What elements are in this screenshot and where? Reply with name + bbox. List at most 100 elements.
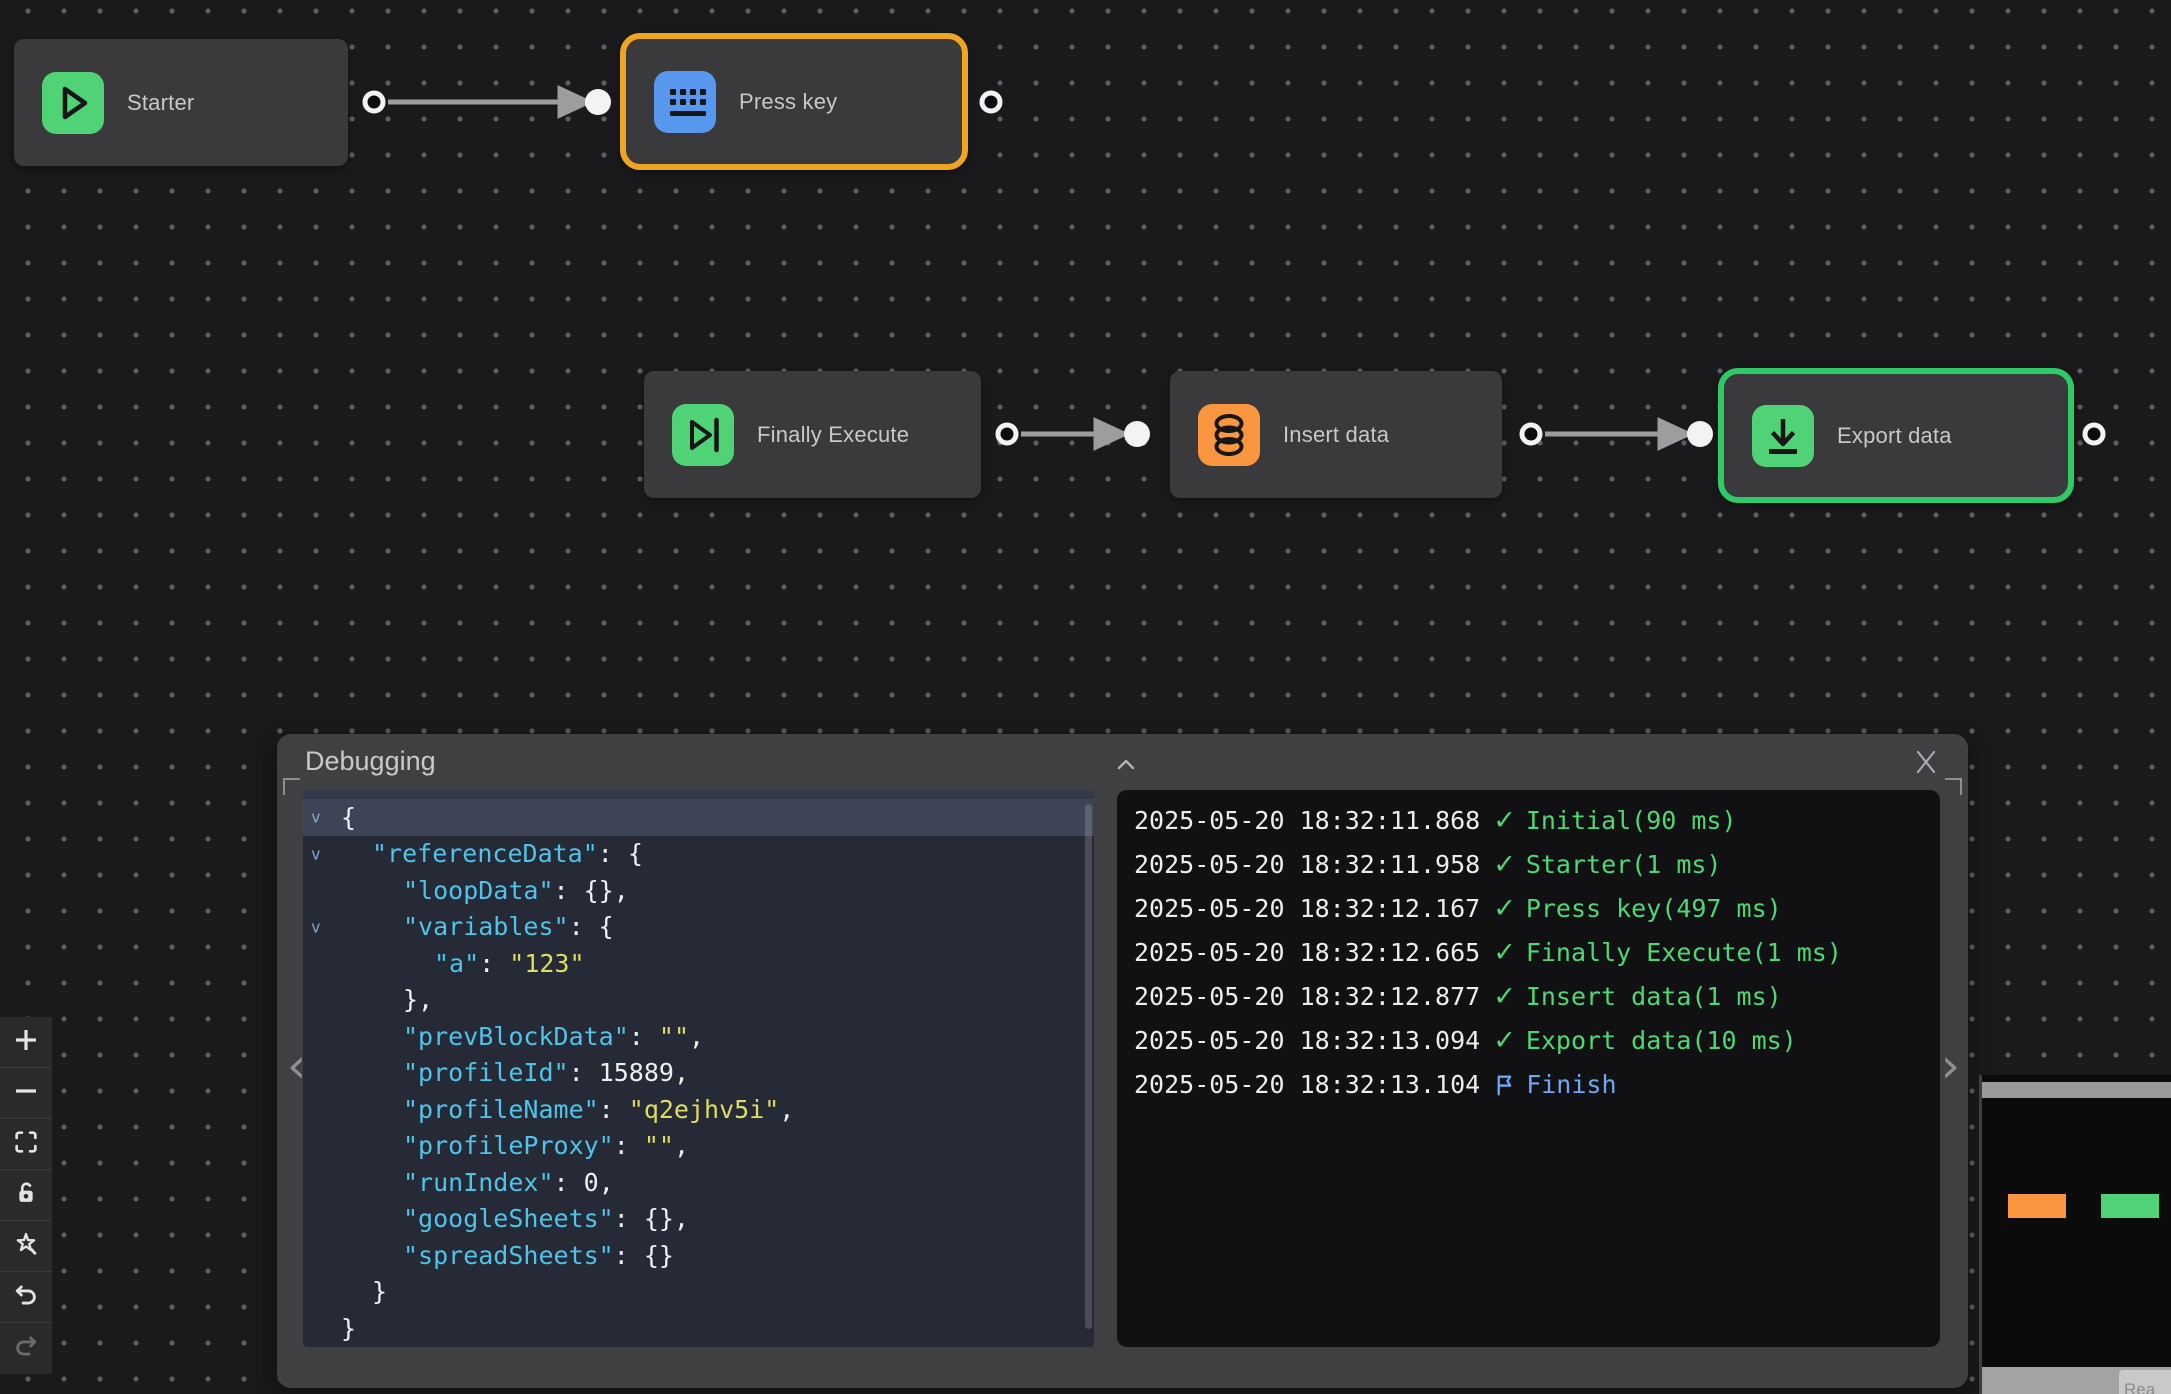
fit-view-button[interactable]: [0, 1119, 52, 1170]
json-line: "spreadSheets": {}: [303, 1237, 1094, 1274]
log-timestamp: 2025-05-20 18:32:12.167: [1134, 894, 1480, 923]
log-timestamp: 2025-05-20 18:32:13.094: [1134, 1026, 1480, 1055]
prev-record-button[interactable]: ‹: [287, 1042, 306, 1090]
clipped-tooltip: Rea: [2119, 1370, 2171, 1394]
minimap-node-block: [2008, 1194, 2066, 1218]
minimap-panel-bar: [1982, 1082, 2171, 1098]
json-token: ,: [674, 1058, 689, 1087]
node-label: Press key: [739, 89, 837, 115]
unlock-icon: [12, 1179, 40, 1212]
json-token: {: [341, 803, 356, 832]
node-press-key[interactable]: Press key: [620, 33, 968, 170]
json-token: "googleSheets": [403, 1204, 614, 1233]
input-port[interactable]: [1124, 421, 1150, 447]
debug-json-viewer[interactable]: v{v"referenceData": {"loopData": {},v"va…: [303, 790, 1094, 1347]
json-token: : {},: [614, 1204, 689, 1233]
log-timestamp: 2025-05-20 18:32:11.868: [1134, 806, 1480, 835]
collapse-arrow-icon[interactable]: v: [311, 808, 321, 827]
json-token: "variables": [403, 912, 569, 941]
json-line: "loopData": {},: [303, 872, 1094, 909]
redo-icon: [12, 1332, 40, 1365]
json-line: "runIndex": 0,: [303, 1164, 1094, 1201]
json-scrollbar-thumb[interactable]: [1085, 804, 1092, 1329]
node-label: Insert data: [1283, 422, 1389, 448]
debug-log-viewer[interactable]: 2025-05-20 18:32:11.868 ✓ Initial(90 ms) 20…: [1117, 790, 1940, 1347]
json-token: "q2ejhv5i": [629, 1095, 780, 1124]
minimap[interactable]: Rea: [1979, 1075, 2171, 1394]
chevron-up-icon: [1115, 759, 1137, 776]
json-token: : {: [569, 912, 614, 941]
undo-icon: [12, 1281, 40, 1314]
beautify-icon: [12, 1230, 40, 1263]
node-label: Finally Execute: [757, 422, 909, 448]
log-message: Starter(1 ms): [1526, 850, 1722, 879]
json-token: "a": [434, 949, 479, 978]
output-port[interactable]: [2083, 423, 2106, 446]
keyboard-icon: [654, 71, 716, 133]
node-finally-execute[interactable]: Finally Execute: [644, 371, 981, 498]
json-token: :: [479, 949, 509, 978]
log-entry: 2025-05-20 18:32:13.094✓Export data(10 m…: [1117, 1018, 1940, 1062]
zoom-in-button[interactable]: [0, 1017, 52, 1068]
collapse-panel-button[interactable]: [1115, 758, 1137, 777]
fit-view-icon: [12, 1128, 40, 1161]
zoom-out-button[interactable]: [0, 1068, 52, 1119]
output-port[interactable]: [363, 91, 386, 114]
panel-title: Debugging: [305, 746, 436, 777]
json-line: "profileProxy": "",: [303, 1128, 1094, 1165]
unlock-button[interactable]: [0, 1170, 52, 1221]
log-message: Finally Execute(1 ms): [1526, 938, 1842, 967]
database-icon: [1198, 404, 1260, 466]
json-token: ,: [599, 1168, 614, 1197]
log-message: Initial(90 ms): [1526, 806, 1737, 835]
json-line: "prevBlockData": "",: [303, 1018, 1094, 1055]
json-line: }: [303, 1274, 1094, 1311]
input-port[interactable]: [1687, 421, 1713, 447]
close-panel-button[interactable]: [1912, 748, 1940, 781]
json-token: 15889: [599, 1058, 674, 1087]
undo-button[interactable]: [0, 1272, 52, 1323]
json-line: "a": "123": [303, 945, 1094, 982]
json-token: 0: [584, 1168, 599, 1197]
canvas-toolbar: [0, 1017, 52, 1374]
json-token: : {: [598, 839, 643, 868]
json-token: "loopData": [403, 876, 554, 905]
output-port[interactable]: [980, 91, 1003, 114]
json-token: },: [403, 985, 433, 1014]
input-port[interactable]: [585, 89, 611, 115]
log-timestamp: 2025-05-20 18:32:11.958: [1134, 850, 1480, 879]
redo-button[interactable]: [0, 1323, 52, 1374]
output-port[interactable]: [1520, 423, 1543, 446]
node-insert-data[interactable]: Insert data: [1170, 371, 1502, 498]
check-icon: ✓: [1493, 983, 1516, 1010]
json-token: :: [599, 1095, 629, 1124]
beautify-button[interactable]: [0, 1221, 52, 1272]
node-starter[interactable]: Starter: [14, 39, 348, 166]
json-line: v{: [303, 799, 1094, 836]
json-token: "prevBlockData": [403, 1022, 629, 1051]
json-token: :: [569, 1058, 599, 1087]
json-token: :: [554, 1168, 584, 1197]
node-export-data[interactable]: Export data: [1718, 368, 2074, 503]
next-record-button[interactable]: ›: [1941, 1042, 1960, 1090]
skip-to-end-icon: [672, 404, 734, 466]
rpa-flow-canvas[interactable]: Starter Press key Finally Execute: [0, 0, 2171, 1394]
json-line: "profileId": 15889,: [303, 1055, 1094, 1092]
node-label: Starter: [127, 90, 194, 116]
json-token: }: [372, 1277, 387, 1306]
log-entry: 2025-05-20 18:32:12.665✓Finally Execute(…: [1117, 930, 1940, 974]
log-entry: 2025-05-20 18:32:12.167✓Press key(497 ms…: [1117, 886, 1940, 930]
log-entry: 2025-05-20 18:32:13.104Finish: [1117, 1062, 1940, 1106]
json-scrollbar-track[interactable]: [303, 790, 1094, 799]
json-line: }: [303, 1310, 1094, 1347]
download-icon: [1752, 405, 1814, 467]
json-token: "profileId": [403, 1058, 569, 1087]
json-token: : {},: [554, 876, 629, 905]
json-token: "profileProxy": [403, 1131, 614, 1160]
log-timestamp: 2025-05-20 18:32:13.104: [1134, 1070, 1480, 1099]
log-entry: 2025-05-20 18:32:11.958✓Starter(1 ms): [1117, 842, 1940, 886]
collapse-arrow-icon[interactable]: v: [311, 844, 321, 863]
collapse-arrow-icon[interactable]: v: [311, 917, 321, 936]
output-port[interactable]: [996, 423, 1019, 446]
json-token: ,: [779, 1095, 794, 1124]
